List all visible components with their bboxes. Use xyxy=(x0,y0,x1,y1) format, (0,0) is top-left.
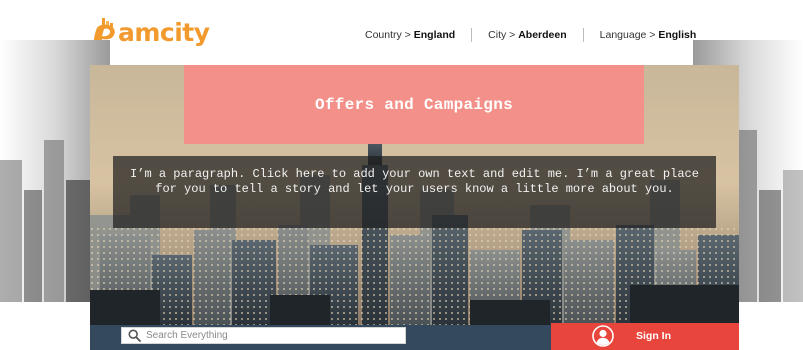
language-value: English xyxy=(658,29,697,41)
country-selector[interactable]: Country > England xyxy=(365,28,471,42)
logo-text: amcity xyxy=(118,18,210,47)
site-header: P amcity Country > England City > Aberde… xyxy=(0,0,803,62)
search-icon[interactable] xyxy=(128,329,141,342)
sign-in-button[interactable]: Sign In xyxy=(551,323,739,350)
country-label: Country > xyxy=(365,29,414,41)
search-input[interactable] xyxy=(146,328,396,343)
city-selector[interactable]: City > Aberdeen xyxy=(471,28,583,42)
search-box[interactable] xyxy=(121,327,406,344)
locale-nav: Country > England City > Aberdeen Langua… xyxy=(365,28,712,42)
city-label: City > xyxy=(488,29,519,41)
language-label: Language > xyxy=(599,29,659,41)
country-value: England xyxy=(413,29,456,41)
user-avatar-icon xyxy=(592,325,614,347)
offers-banner: Offers and Campaigns xyxy=(184,65,644,144)
intro-paragraph[interactable]: I’m a paragraph. Click here to add your … xyxy=(113,156,716,228)
sign-in-label: Sign In xyxy=(636,330,671,342)
city-value: Aberdeen xyxy=(518,29,567,41)
page-title: Offers and Campaigns xyxy=(314,95,514,114)
